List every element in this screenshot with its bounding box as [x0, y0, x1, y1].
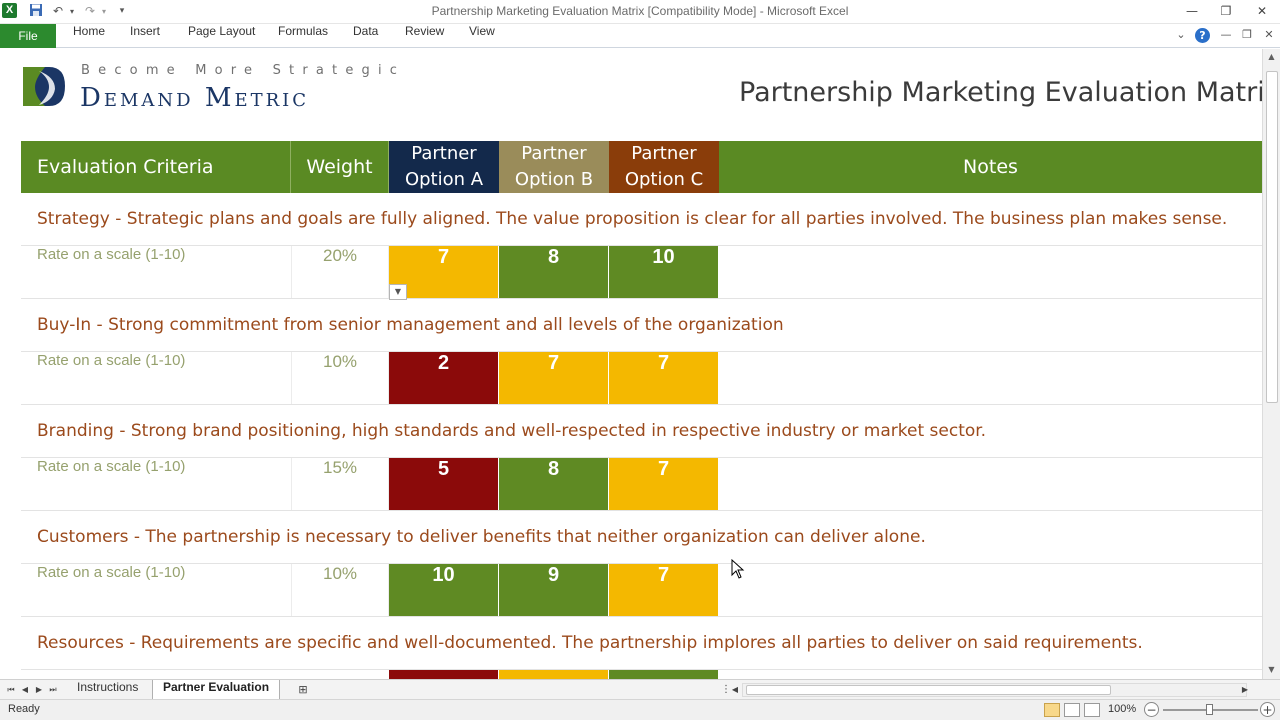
score-option-b[interactable]: 8 [499, 458, 609, 510]
option-b-line2: Option B [514, 169, 594, 190]
rating-row-customers: Rate on a scale (1-10) 10% 10 9 7 [21, 564, 1262, 617]
score-option-a[interactable]: 2 [389, 352, 499, 404]
score-option-a[interactable]: 5 [389, 458, 499, 510]
mouse-pointer-icon [731, 559, 745, 579]
title-bar: X ↶ ▾ ↷ ▾ ▾ Partnership Marketing Evalua… [0, 0, 1280, 24]
weight-cell[interactable]: 20% [291, 246, 389, 298]
zoom-in-icon[interactable]: + [1260, 702, 1275, 717]
header-evaluation-criteria[interactable]: Evaluation Criteria [21, 141, 291, 193]
header-weight[interactable]: Weight [291, 141, 389, 193]
header-option-a[interactable]: Partner Option A [389, 141, 499, 193]
workbook-close-icon[interactable]: ✕ [1260, 28, 1278, 44]
header-notes[interactable]: Notes [719, 141, 1262, 193]
weight-cell[interactable]: 10% [291, 564, 389, 616]
criterion-row-resources[interactable]: Resources - Requirements are specific an… [21, 617, 1262, 670]
horizontal-scroll-thumb[interactable] [746, 685, 1111, 695]
next-sheet-icon[interactable]: ▶ [32, 682, 46, 698]
score-option-b[interactable]: 8 [499, 246, 609, 298]
score-option-b[interactable]: 7 [499, 352, 609, 404]
score-option-b[interactable] [499, 670, 609, 679]
tagline: Become More Strategic [81, 63, 406, 78]
dropdown-arrow-icon[interactable]: ▼ [389, 284, 407, 300]
tab-insert[interactable]: Insert [130, 24, 160, 48]
rating-row-resources [21, 670, 1262, 679]
vertical-scroll-thumb[interactable] [1266, 71, 1278, 403]
score-option-c[interactable]: 7 [609, 458, 719, 510]
option-b-line1: Partner [521, 143, 587, 164]
score-option-c[interactable] [609, 670, 719, 679]
rate-label[interactable]: Rate on a scale (1-10) [37, 564, 185, 581]
scroll-right-icon[interactable]: ▶ [1238, 682, 1252, 698]
tab-review[interactable]: Review [405, 24, 444, 48]
tab-formulas[interactable]: Formulas [278, 24, 328, 48]
help-icon[interactable]: ? [1195, 28, 1210, 43]
demand-metric-logo [23, 67, 65, 106]
score-option-c[interactable]: 7 [609, 564, 719, 616]
score-option-c[interactable]: 7 [609, 352, 719, 404]
workbook-minimize-icon[interactable]: — [1217, 28, 1235, 44]
tab-page-layout[interactable]: Page Layout [188, 24, 255, 48]
header-option-c[interactable]: Partner Option C [609, 141, 719, 193]
criterion-row-strategy[interactable]: Strategy - Strategic plans and goals are… [21, 193, 1262, 246]
zoom-out-icon[interactable]: − [1144, 702, 1159, 717]
option-a-line1: Partner [411, 143, 477, 164]
sheet-title: Partnership Marketing Evaluation Matrix [739, 77, 1262, 108]
vertical-scrollbar[interactable]: ▲ ▼ [1262, 49, 1280, 679]
option-c-line1: Partner [631, 143, 697, 164]
page-layout-view-icon[interactable] [1064, 703, 1080, 717]
rate-label[interactable]: Rate on a scale (1-10) [37, 458, 185, 475]
sheet-tab-partner-evaluation[interactable]: Partner Evaluation [152, 680, 281, 699]
rate-label[interactable]: Rate on a scale (1-10) [37, 352, 185, 369]
ribbon-tabs: File Home Insert Page Layout Formulas Da… [0, 24, 1280, 48]
tab-home[interactable]: Home [73, 24, 105, 48]
status-bar: Ready 100% − + [0, 699, 1280, 720]
scroll-left-icon[interactable]: ◀ [728, 682, 742, 698]
insert-sheet-icon[interactable]: ⊞ [294, 682, 312, 698]
first-sheet-icon[interactable]: ⏮ [4, 682, 18, 698]
zoom-level[interactable]: 100% [1108, 703, 1136, 715]
scroll-up-icon[interactable]: ▲ [1263, 49, 1280, 65]
option-c-line2: Option C [624, 169, 704, 190]
tab-data[interactable]: Data [353, 24, 378, 48]
minimize-button[interactable]: — [1178, 2, 1206, 20]
brand-name: Demand Metric [80, 83, 310, 113]
prev-sheet-icon[interactable]: ◀ [18, 682, 32, 698]
normal-view-icon[interactable] [1044, 703, 1060, 717]
criterion-row-buy-in[interactable]: Buy-In - Strong commitment from senior m… [21, 299, 1262, 352]
restore-button[interactable]: ❐ [1212, 2, 1240, 20]
file-tab[interactable]: File [0, 24, 56, 48]
weight-cell[interactable]: 10% [291, 352, 389, 404]
criterion-row-branding[interactable]: Branding - Strong brand positioning, hig… [21, 405, 1262, 458]
sheet-tabs-bar: ⏮ ◀ ▶ ⏭ Instructions Partner Evaluation … [0, 679, 1280, 699]
scroll-down-icon[interactable]: ▼ [1263, 662, 1280, 678]
zoom-slider-knob[interactable] [1206, 704, 1213, 715]
page-break-view-icon[interactable] [1084, 703, 1100, 717]
workbook-restore-icon[interactable]: ❐ [1238, 28, 1256, 44]
rating-row-branding: Rate on a scale (1-10) 15% 5 8 7 [21, 458, 1262, 511]
header-option-b[interactable]: Partner Option B [499, 141, 609, 193]
window-title: Partnership Marketing Evaluation Matrix … [431, 4, 849, 18]
rating-row-strategy: Rate on a scale (1-10) 20% 7 8 10 [21, 246, 1262, 299]
criterion-row-customers[interactable]: Customers - The partnership is necessary… [21, 511, 1262, 564]
minimize-ribbon-icon[interactable]: ⌄ [1172, 28, 1190, 44]
score-option-a[interactable] [389, 670, 499, 679]
horizontal-scrollbar[interactable] [742, 683, 1247, 697]
rate-label[interactable]: Rate on a scale (1-10) [37, 246, 185, 263]
score-option-b[interactable]: 9 [499, 564, 609, 616]
option-a-line2: Option A [404, 169, 484, 190]
rating-row-buy-in: Rate on a scale (1-10) 10% 2 7 7 [21, 352, 1262, 405]
status-ready: Ready [8, 703, 40, 715]
score-option-c[interactable]: 10 [609, 246, 719, 298]
score-option-a[interactable]: 10 [389, 564, 499, 616]
close-button[interactable]: ✕ [1248, 2, 1276, 20]
tab-view[interactable]: View [469, 24, 495, 48]
last-sheet-icon[interactable]: ⏭ [46, 682, 60, 698]
sheet-tab-instructions[interactable]: Instructions [67, 680, 148, 699]
weight-cell[interactable]: 15% [291, 458, 389, 510]
worksheet[interactable]: Become More Strategic Demand Metric Part… [0, 49, 1262, 679]
